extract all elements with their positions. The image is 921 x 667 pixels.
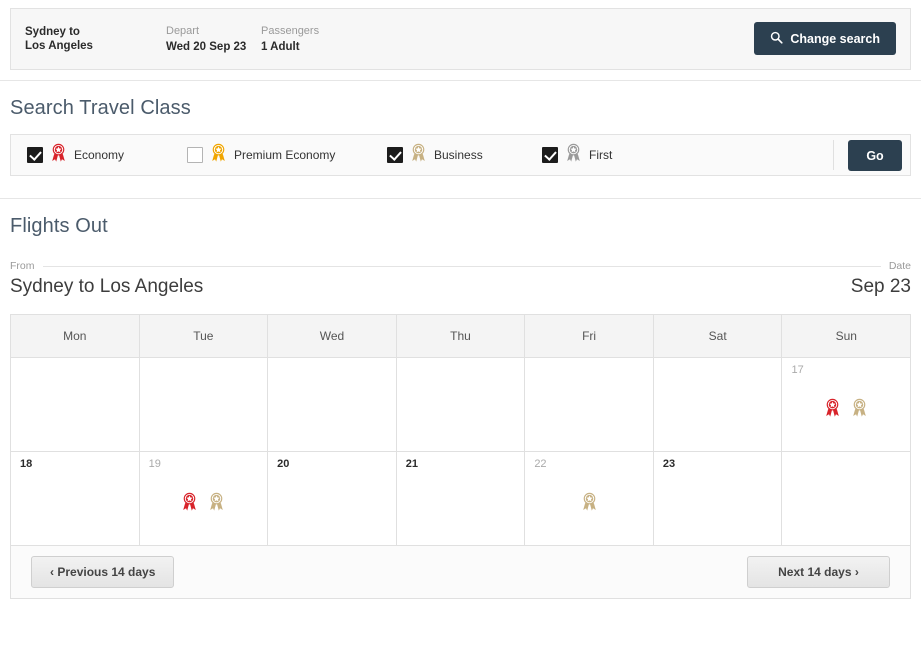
calendar-header-sun: Sun xyxy=(835,329,857,343)
flight-calendar: Mon Tue Wed Thu Fri Sat Sun 17 18 19 20 21 22… xyxy=(10,314,911,546)
calendar-header-wed: Wed xyxy=(268,315,397,357)
change-search-button[interactable]: Change search xyxy=(754,22,896,55)
calendar-cell-fare-icons xyxy=(782,398,910,422)
search-icon xyxy=(770,31,783,47)
section-divider-1 xyxy=(0,80,921,81)
summary-route: Sydney to Los Angeles xyxy=(11,25,166,53)
calendar-week-row: 18 19 20 21 22 23 xyxy=(11,452,911,546)
calendar-day-cell[interactable]: 22 xyxy=(525,452,654,545)
checkbox-first[interactable] xyxy=(542,147,558,163)
calendar-day-number: 17 xyxy=(791,364,804,376)
calendar-day-cell[interactable]: 19 xyxy=(139,452,269,545)
panel-divider xyxy=(833,140,834,170)
calendar-empty-cell xyxy=(525,358,654,451)
rosette-icon-first xyxy=(565,143,582,167)
flights-out-heading: Flights Out xyxy=(10,215,108,237)
calendar-day-number: 23 xyxy=(662,458,676,470)
route-text: Sydney to Los Angeles xyxy=(10,276,204,297)
search-summary-bar: Sydney to Los Angeles Depart Wed 20 Sep … xyxy=(10,8,911,70)
travel-class-heading: Search Travel Class xyxy=(10,97,191,119)
calendar-body: 17 18 19 20 21 22 23 xyxy=(11,358,911,546)
summary-passengers-label: Passengers xyxy=(261,25,320,37)
calendar-week-row: 17 xyxy=(11,358,911,452)
travel-class-option-economy[interactable]: Economy xyxy=(27,143,187,167)
summary-passengers: Passengers 1 Adult xyxy=(261,24,381,54)
calendar-cell-fare-icons xyxy=(525,492,653,516)
calendar-empty-cell xyxy=(396,358,526,451)
travel-class-label-premium-economy: Premium Economy xyxy=(234,148,336,162)
calendar-header-fri: Fri xyxy=(525,315,654,357)
travel-class-label-first: First xyxy=(589,148,613,162)
route-date-text: Sep 23 xyxy=(850,276,911,297)
chevron-left-icon: ‹ xyxy=(50,565,54,579)
go-button[interactable]: Go xyxy=(848,140,902,171)
summary-passengers-value: 1 Adult xyxy=(261,41,300,53)
checkbox-premium-economy[interactable] xyxy=(187,147,203,163)
checkbox-economy[interactable] xyxy=(27,147,43,163)
route-row: Sydney to Los Angeles Sep 23 xyxy=(10,276,911,298)
travel-class-label-economy: Economy xyxy=(74,148,125,162)
calendar-day-cell[interactable]: 18 xyxy=(11,452,140,545)
calendar-empty-cell xyxy=(782,452,911,545)
rosette-icon-premium-economy xyxy=(210,143,227,167)
summary-route-origin: Sydney to xyxy=(25,26,80,38)
section-divider-2 xyxy=(0,198,921,199)
travel-class-option-first[interactable]: First xyxy=(542,143,682,167)
calendar-day-cell[interactable]: 21 xyxy=(396,452,526,545)
calendar-day-number: 22 xyxy=(534,458,547,470)
calendar-empty-cell xyxy=(11,358,140,451)
previous-14-days-button[interactable]: ‹ Previous 14 days xyxy=(31,556,175,588)
calendar-empty-cell xyxy=(139,358,269,451)
calendar-day-number: 21 xyxy=(405,458,418,470)
rosette-icon[interactable] xyxy=(581,492,598,516)
summary-depart-label: Depart xyxy=(166,25,200,37)
from-date-row: From Date xyxy=(10,260,911,272)
calendar-cell-fare-icons xyxy=(140,492,268,516)
calendar-header-tue: Tue xyxy=(140,315,269,357)
from-date-rule xyxy=(42,265,881,267)
calendar-empty-cell xyxy=(268,358,397,451)
summary-depart-value: Wed 20 Sep 23 xyxy=(166,41,247,53)
travel-class-option-business[interactable]: Business xyxy=(387,143,542,167)
rosette-icon[interactable] xyxy=(181,492,198,516)
rosette-icon-business xyxy=(410,143,427,167)
rosette-icon[interactable] xyxy=(851,398,868,422)
from-label: From xyxy=(10,260,35,272)
checkbox-business[interactable] xyxy=(387,147,403,163)
previous-14-days-label: Previous 14 days xyxy=(57,565,156,579)
rosette-icon-economy xyxy=(50,143,67,167)
calendar-header-mon: Mon xyxy=(11,315,140,357)
chevron-right-icon: › xyxy=(854,565,859,579)
calendar-footer: ‹ Previous 14 days Next 14 days › xyxy=(10,546,911,599)
rosette-icon[interactable] xyxy=(208,492,225,516)
summary-depart: Depart Wed 20 Sep 23 xyxy=(166,24,261,54)
calendar-header-thu: Thu xyxy=(397,315,526,357)
next-14-days-button[interactable]: Next 14 days › xyxy=(747,556,890,588)
travel-class-option-premium-economy[interactable]: Premium Economy xyxy=(187,143,387,167)
change-search-label: Change search xyxy=(790,31,880,46)
rosette-icon[interactable] xyxy=(824,398,841,422)
calendar-day-cell[interactable]: 20 xyxy=(268,452,397,545)
travel-class-label-business: Business xyxy=(434,148,483,162)
calendar-header-sat: Sat xyxy=(654,315,783,357)
calendar-day-number: 19 xyxy=(148,458,161,470)
date-label: Date xyxy=(888,260,911,272)
calendar-day-cell[interactable]: 17 xyxy=(782,358,911,451)
calendar-day-number: 18 xyxy=(20,458,33,470)
travel-class-panel: Economy Premium Economy Business First G… xyxy=(10,134,911,176)
next-14-days-label: Next 14 days xyxy=(778,565,852,579)
calendar-day-number: 20 xyxy=(277,458,290,470)
calendar-day-cell[interactable]: 23 xyxy=(653,452,783,545)
calendar-header-row: Mon Tue Wed Thu Fri Sat Sun xyxy=(11,315,910,358)
summary-route-destination: Los Angeles xyxy=(25,40,93,52)
calendar-empty-cell xyxy=(653,358,783,451)
